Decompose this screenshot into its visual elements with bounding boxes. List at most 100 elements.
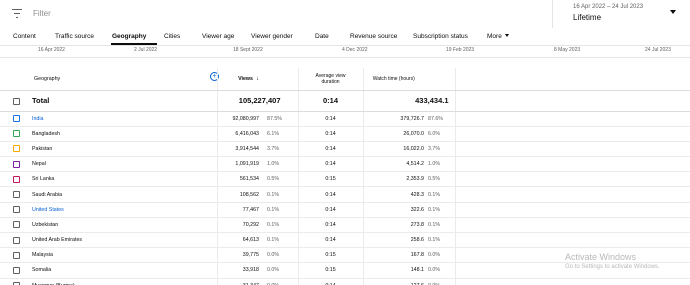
- activate-windows-watermark: Activate Windows Go to Settings to activ…: [565, 252, 660, 270]
- watch-time-percent: 3.7%: [428, 145, 441, 152]
- views-value: 92,080,997: [232, 115, 259, 122]
- table-row[interactable]: Bangladesh 6,416,043 6.1% 0:14 26,070.0 6.0%: [0, 126, 690, 142]
- watch-time-value: 4,514.2: [406, 161, 424, 168]
- date-range-text: 16 Apr 2022 – 24 Jul 2023: [573, 4, 644, 10]
- table-row[interactable]: United Arab Emirates 64,613 0.1% 0:14 258.6 0…: [0, 232, 690, 249]
- avd-value: 0:14: [325, 237, 336, 244]
- table-row[interactable]: United States 77,467 0.1% 0:14 322.6 0.1%: [0, 202, 690, 218]
- country-name: Nepal: [32, 161, 46, 168]
- timeline-label: 2 Jul 2022: [134, 47, 158, 53]
- divider: [0, 57, 690, 58]
- watch-time-value: 148.1: [410, 267, 424, 274]
- tab-more-label: More: [487, 33, 502, 40]
- views-percent: 1.0%: [267, 161, 280, 168]
- watch-time-percent: 0.1%: [428, 237, 441, 244]
- views-value: 1,091,919: [235, 161, 259, 168]
- tab-traffic-source[interactable]: Traffic source: [55, 33, 94, 40]
- tab-cities[interactable]: Cities: [164, 33, 180, 40]
- table-row[interactable]: Uzbekistan 70,292 0.1% 0:14 273.8 0.1%: [0, 217, 690, 234]
- avd-value: 0:14: [325, 115, 336, 122]
- caret-down-icon: [504, 34, 509, 37]
- watch-time-value: 273.8: [410, 221, 424, 228]
- chevron-down-icon[interactable]: [670, 10, 676, 14]
- date-range-picker[interactable]: 16 Apr 2022 – 24 Jul 2023 Lifetime: [552, 0, 690, 28]
- watch-time-percent: 6.0%: [428, 130, 441, 137]
- tab-geography[interactable]: Geography: [112, 33, 146, 40]
- dimension-tabs: Content Traffic source Geography Cities …: [0, 29, 690, 46]
- table-row[interactable]: Pakistan 3,914,544 3.7% 0:14 16,022.0 3.7%: [0, 141, 690, 158]
- sort-down-icon[interactable]: ↓: [256, 76, 259, 82]
- country-name: Pakistan: [32, 145, 53, 152]
- column-header-average-view-duration[interactable]: Average view duration: [316, 73, 346, 85]
- table-row[interactable]: Sri Lanka 561,534 0.5% 0:15 2,353.9 0.5%: [0, 171, 690, 188]
- active-tab-indicator: [111, 43, 157, 45]
- tab-viewer-gender[interactable]: Viewer gender: [251, 33, 293, 40]
- row-checkbox[interactable]: [12, 145, 20, 153]
- timeline-label: 19 Feb 2023: [446, 47, 475, 53]
- row-checkbox[interactable]: [12, 206, 20, 214]
- table-row[interactable]: Saudi Arabia 108,562 0.1% 0:14 428.3 0.1%: [0, 186, 690, 203]
- avd-value: 0:14: [325, 221, 336, 228]
- watch-time-percent: 87.6%: [428, 115, 444, 122]
- country-name[interactable]: United States: [32, 207, 64, 213]
- filter-icon[interactable]: [12, 9, 22, 18]
- row-checkbox[interactable]: [12, 221, 20, 229]
- watch-time-percent: 0.5%: [428, 176, 441, 183]
- country-name: Malaysia: [32, 252, 53, 259]
- tab-subscription-status[interactable]: Subscription status: [413, 33, 468, 40]
- views-percent: 0.5%: [267, 176, 280, 183]
- row-checkbox[interactable]: [12, 251, 20, 259]
- watch-time-percent: 0.1%: [428, 191, 441, 198]
- watch-time-percent: 0.0%: [428, 252, 441, 259]
- row-checkbox[interactable]: [12, 175, 20, 183]
- watch-time-percent: 0.1%: [428, 221, 441, 228]
- avd-value: 0:14: [325, 130, 336, 137]
- total-checkbox[interactable]: [12, 97, 20, 105]
- row-checkbox[interactable]: [12, 115, 20, 123]
- row-checkbox[interactable]: [12, 160, 20, 168]
- avd-value: 0:14: [325, 145, 336, 152]
- views-percent: 0.1%: [267, 221, 280, 228]
- views-value: 108,562: [239, 191, 259, 198]
- table-row[interactable]: India 92,080,997 87.5% 0:14 379,726.7 87.6%: [0, 111, 690, 127]
- row-checkbox[interactable]: [12, 130, 20, 138]
- views-percent: 0.0%: [267, 267, 280, 274]
- row-checkbox[interactable]: [12, 236, 20, 244]
- tab-date[interactable]: Date: [315, 33, 329, 40]
- column-header-watch-time[interactable]: Watch time (hours): [373, 76, 415, 82]
- avd-value: 0:15: [325, 267, 336, 274]
- watch-time-percent: 0.1%: [428, 206, 441, 213]
- table-row[interactable]: Nepal 1,091,919 1.0% 0:14 4,514.2 1.0%: [0, 156, 690, 173]
- column-header-views[interactable]: Views: [238, 76, 253, 82]
- total-watch-time: 433,434.1: [415, 96, 449, 105]
- row-checkbox[interactable]: [12, 266, 20, 274]
- views-value: 33,918: [242, 267, 259, 274]
- row-checkbox[interactable]: [12, 191, 20, 199]
- views-percent: 6.1%: [267, 130, 280, 137]
- views-value: 3,914,544: [235, 145, 259, 152]
- avd-value: 0:15: [325, 252, 336, 259]
- filter-bar[interactable]: Filter: [0, 0, 545, 28]
- table-row[interactable]: Myanmar (Burma)31,3470.0%0:14127.60.0%: [0, 278, 690, 285]
- country-name[interactable]: India: [32, 116, 44, 122]
- avd-value: 0:15: [325, 176, 336, 183]
- tab-revenue-source[interactable]: Revenue source: [350, 33, 397, 40]
- total-avd: 0:14: [322, 96, 338, 105]
- watch-time-value: 26,070.0: [403, 130, 424, 137]
- tab-more[interactable]: More: [487, 33, 509, 40]
- views-percent: 0.0%: [267, 252, 280, 259]
- timeline-label: 18 Sept 2022: [233, 47, 263, 53]
- watch-time-value: 16,022.0: [403, 145, 424, 152]
- tab-viewer-age[interactable]: Viewer age: [202, 33, 234, 40]
- timeline-label: 4 Dec 2022: [342, 47, 368, 53]
- views-percent: 87.5%: [267, 115, 283, 122]
- timeline-label: 8 May 2023: [554, 47, 581, 53]
- filter-input[interactable]: Filter: [33, 9, 51, 18]
- country-name: Saudi Arabia: [32, 191, 63, 198]
- views-value: 77,467: [242, 206, 259, 213]
- timeline-label: 24 Jul 2023: [645, 47, 671, 53]
- watch-time-percent: 0.0%: [428, 267, 441, 274]
- watch-time-value: 428.3: [410, 191, 424, 198]
- tab-content[interactable]: Content: [13, 33, 36, 40]
- column-header-geography[interactable]: Geography: [32, 76, 60, 82]
